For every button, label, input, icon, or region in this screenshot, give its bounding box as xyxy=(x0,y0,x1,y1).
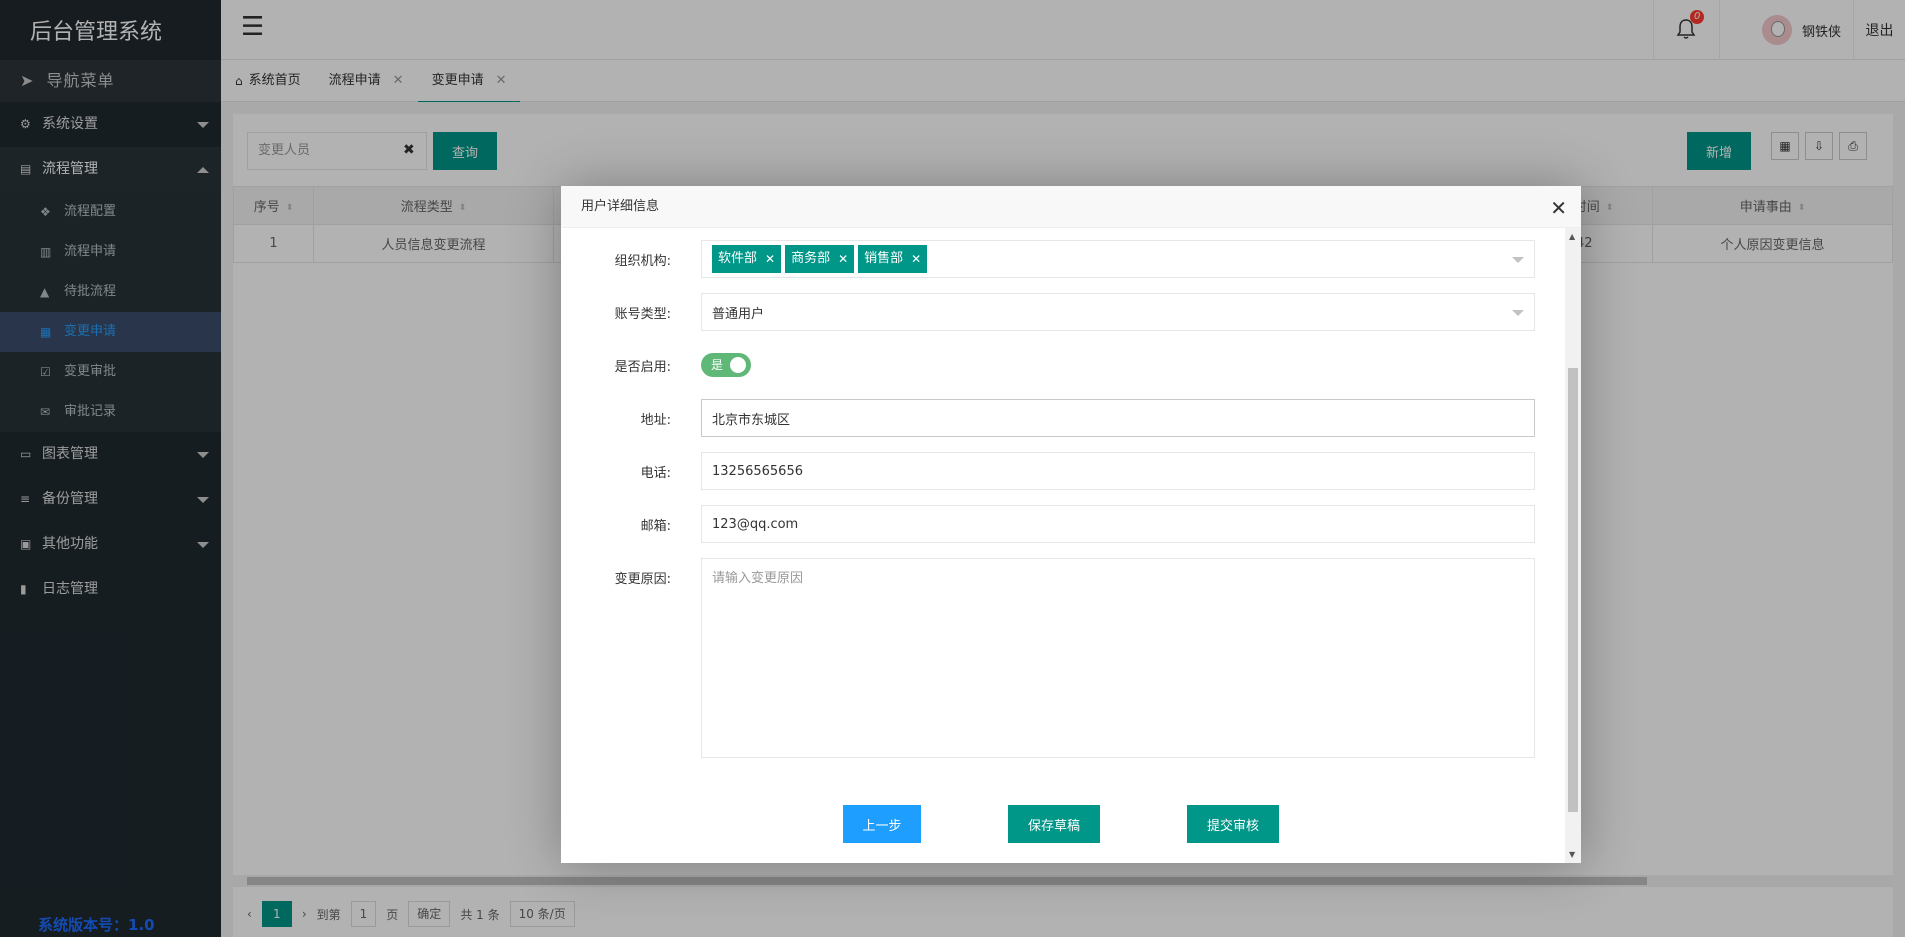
account-type-select[interactable]: 普通用户 xyxy=(701,293,1535,331)
prev-step-button[interactable]: 上一步 xyxy=(843,805,921,843)
chevron-down-icon xyxy=(1512,257,1524,263)
submit-review-button[interactable]: 提交审核 xyxy=(1187,805,1279,843)
vertical-scrollbar[interactable]: ▲ ▼ xyxy=(1565,228,1581,863)
remove-icon[interactable]: ✕ xyxy=(765,245,775,273)
form-row-org: 组织机构: 软件部 ✕ 商务部 ✕ 销售部 ✕ xyxy=(561,240,1565,278)
modal-title: 用户详细信息 xyxy=(561,186,1581,228)
chevron-down-icon xyxy=(1512,310,1524,316)
org-chip: 商务部 ✕ xyxy=(785,245,855,273)
reason-label: 变更原因: xyxy=(614,572,671,587)
enabled-toggle[interactable]: 是 xyxy=(701,353,751,377)
address-label: 地址: xyxy=(640,412,671,428)
org-multiselect[interactable]: 软件部 ✕ 商务部 ✕ 销售部 ✕ xyxy=(701,240,1535,278)
remove-icon[interactable]: ✕ xyxy=(838,245,848,273)
form-row-email: 邮箱: 123@qq.com xyxy=(561,505,1565,543)
modal-body: 组织机构: 软件部 ✕ 商务部 ✕ 销售部 ✕ 账号类型: 普通用户 是否启用: 是 xyxy=(561,228,1565,863)
org-chip: 软件部 ✕ xyxy=(712,245,782,273)
form-row-address: 地址: 北京市东城区 xyxy=(561,399,1565,437)
phone-input[interactable]: 13256565656 xyxy=(701,452,1535,490)
save-draft-button[interactable]: 保存草稿 xyxy=(1008,805,1100,843)
enabled-label: 是否启用: xyxy=(614,359,671,375)
phone-label: 电话: xyxy=(640,465,671,481)
scroll-up-icon[interactable]: ▲ xyxy=(1569,232,1575,241)
email-input[interactable]: 123@qq.com xyxy=(701,505,1535,543)
address-input[interactable]: 北京市东城区 xyxy=(701,399,1535,437)
scroll-down-icon[interactable]: ▼ xyxy=(1569,850,1575,859)
email-label: 邮箱: xyxy=(640,518,671,534)
form-row-phone: 电话: 13256565656 xyxy=(561,452,1565,490)
close-icon[interactable]: ✕ xyxy=(1550,196,1567,220)
account-type-label: 账号类型: xyxy=(614,306,671,322)
form-row-reason: 变更原因: 请输入变更原因 xyxy=(561,558,1565,758)
toggle-knob xyxy=(730,357,746,373)
form-row-account-type: 账号类型: 普通用户 xyxy=(561,293,1565,331)
form-row-enabled: 是否启用: 是 xyxy=(561,346,1565,384)
scroll-thumb[interactable] xyxy=(1568,368,1578,812)
reason-textarea[interactable]: 请输入变更原因 xyxy=(701,558,1535,758)
remove-icon[interactable]: ✕ xyxy=(911,245,921,273)
org-chip: 销售部 ✕ xyxy=(858,245,928,273)
user-detail-modal: 用户详细信息 ✕ 组织机构: 软件部 ✕ 商务部 ✕ 销售部 ✕ 账号类型: 普通用户… xyxy=(561,186,1581,863)
org-label: 组织机构: xyxy=(614,253,671,269)
